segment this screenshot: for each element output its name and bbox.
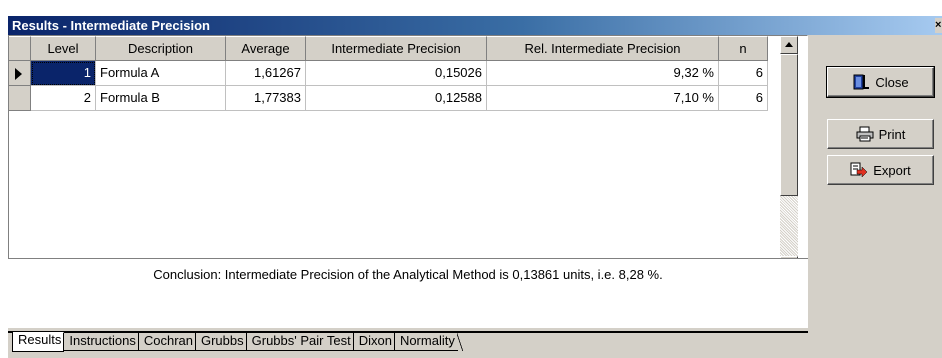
- cell-intermediate-precision[interactable]: 0,12588: [306, 86, 487, 111]
- row-indicator[interactable]: [9, 61, 31, 86]
- tab-results[interactable]: Results: [12, 332, 70, 352]
- tab-dixon[interactable]: Dixon: [352, 333, 401, 351]
- cell-average[interactable]: 1,77383: [226, 86, 306, 111]
- export-button-label: Export: [873, 162, 911, 178]
- column-header-level[interactable]: Level: [31, 36, 96, 61]
- cell-level[interactable]: 1: [31, 61, 96, 86]
- tab-normality[interactable]: Normality: [393, 333, 463, 351]
- window-close-icon[interactable]: ×: [935, 18, 942, 33]
- table-row[interactable]: 1 Formula A 1,61267 0,15026 9,32 % 6: [9, 61, 768, 86]
- results-window: Results - Intermediate Precision × Level…: [8, 16, 942, 358]
- tab-grubbs-pair-test[interactable]: Grubbs' Pair Test: [245, 333, 359, 351]
- results-grid: Level Description Average Intermediate P…: [8, 35, 808, 275]
- cell-intermediate-precision[interactable]: 0,15026: [306, 61, 487, 86]
- export-arrow-icon: [850, 162, 868, 178]
- vertical-scrollbar[interactable]: [780, 36, 798, 274]
- print-button-label: Print: [878, 126, 906, 142]
- tab-strip: Results Instructions Cochran Grubbs Grub…: [8, 328, 808, 356]
- tab-instructions[interactable]: Instructions: [63, 333, 145, 351]
- print-button[interactable]: Print: [827, 119, 934, 149]
- scroll-thumb[interactable]: [780, 54, 798, 196]
- conclusion-text: Conclusion: Intermediate Precision of th…: [153, 267, 663, 282]
- column-header-average[interactable]: Average: [226, 36, 306, 61]
- title-bar: Results - Intermediate Precision ×: [8, 16, 942, 35]
- arrow-up-icon: [785, 42, 793, 47]
- column-header-n[interactable]: n: [719, 36, 768, 61]
- scroll-up-button[interactable]: [780, 36, 798, 54]
- conclusion-panel: Conclusion: Intermediate Precision of th…: [8, 258, 808, 328]
- cell-level[interactable]: 2: [31, 86, 96, 111]
- cell-n[interactable]: 6: [719, 86, 768, 111]
- header-indicator: [9, 36, 31, 61]
- table-row[interactable]: 2 Formula B 1,77383 0,12588 7,10 % 6: [9, 86, 768, 111]
- cell-rel-intermediate-precision[interactable]: 9,32 %: [487, 61, 719, 86]
- tab-cochran[interactable]: Cochran: [137, 333, 202, 351]
- tab-grubbs[interactable]: Grubbs: [194, 333, 252, 351]
- column-header-rel-intermediate-precision[interactable]: Rel. Intermediate Precision: [487, 36, 719, 61]
- export-button[interactable]: Export: [827, 155, 934, 185]
- cell-n[interactable]: 6: [719, 61, 768, 86]
- column-header-description[interactable]: Description: [96, 36, 226, 61]
- scroll-track[interactable]: [780, 196, 798, 256]
- cell-rel-intermediate-precision[interactable]: 7,10 %: [487, 86, 719, 111]
- grid-header-row: Level Description Average Intermediate P…: [9, 36, 768, 61]
- column-header-intermediate-precision[interactable]: Intermediate Precision: [306, 36, 487, 61]
- door-exit-icon: [852, 74, 870, 90]
- close-button-label: Close: [875, 74, 909, 90]
- printer-icon: [856, 126, 874, 142]
- window-title: Results - Intermediate Precision: [12, 18, 210, 33]
- cell-description[interactable]: Formula B: [96, 86, 226, 111]
- cell-average[interactable]: 1,61267: [226, 61, 306, 86]
- close-button[interactable]: Close: [826, 66, 935, 98]
- row-indicator[interactable]: [9, 86, 31, 111]
- cell-description[interactable]: Formula A: [96, 61, 226, 86]
- row-pointer-icon: [15, 68, 22, 80]
